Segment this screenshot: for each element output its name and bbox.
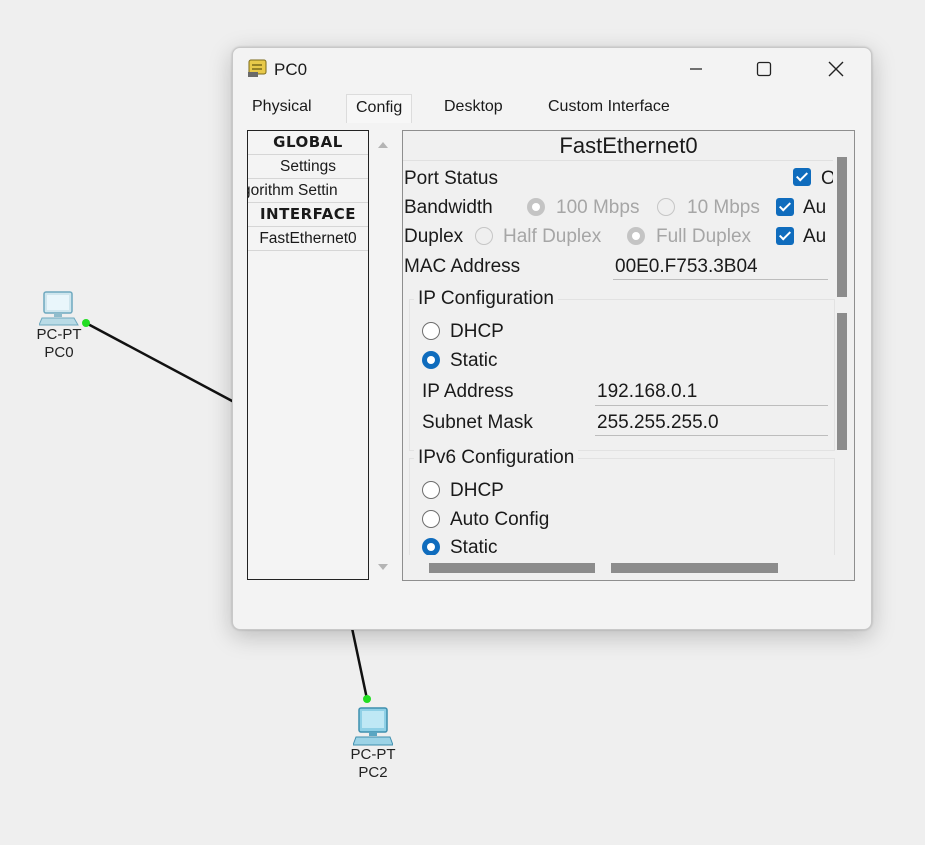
device-type-label: PC-PT [350,746,396,763]
nav-item-settings[interactable]: Settings [248,155,368,179]
ip-dhcp-radio[interactable] [422,322,440,340]
nav-list-scrollbar[interactable] [371,130,395,578]
bandwidth-label: Bandwidth [404,197,493,218]
mac-address-underline [613,279,828,280]
horizontal-scrollbar-left[interactable] [429,563,595,573]
bandwidth-10-radio[interactable] [657,198,675,216]
mac-address-label: MAC Address [404,256,521,277]
port-status-checkbox[interactable] [793,168,811,186]
ip-dhcp-label: DHCP [450,321,504,342]
close-icon [828,61,844,77]
bandwidth-100-radio[interactable] [527,198,545,216]
duplex-label: Duplex [404,226,464,247]
link-status-dot-pc2 [363,695,371,703]
duplex-auto-label: Au [803,226,827,247]
half-duplex-label: Half Duplex [503,226,602,247]
ipv6-config-title: IPv6 Configuration [414,446,579,470]
full-duplex-radio[interactable] [627,227,645,245]
bandwidth-10-label: 10 Mbps [687,197,760,218]
device-name-label: PC2 [358,764,388,781]
vertical-scrollbar[interactable] [837,313,847,450]
horizontal-scrollbar-right[interactable] [611,563,778,573]
nav-item-algorithm-settings[interactable]: gorithm Settin [248,179,368,203]
bandwidth-auto-label: Au [803,197,827,218]
tab-physical[interactable]: Physical [243,94,321,122]
config-nav-list: GLOBAL Settings gorithm Settin INTERFACE… [247,130,369,580]
half-duplex-radio[interactable] [475,227,493,245]
duplex-auto-checkbox[interactable] [776,227,794,245]
ip-address-field[interactable]: 192.168.0.1 [597,380,697,404]
pc-icon [353,707,393,746]
device-type-label: PC-PT [36,326,82,343]
ip-config-title: IP Configuration [414,287,558,311]
tab-desktop[interactable]: Desktop [435,94,512,122]
ip-static-radio[interactable] [422,351,440,369]
pc0-config-window: PC0 Physical Config Desktop Custom Inter… [232,47,872,630]
ip-static-label: Static [450,350,498,371]
subnet-mask-label: Subnet Mask [422,412,533,433]
ipv6-dhcp-radio[interactable] [422,481,440,499]
maximize-icon [756,61,772,77]
link-pc2[interactable] [350,627,369,700]
subnet-mask-underline [595,435,828,436]
ip-address-underline [595,405,828,406]
minimize-icon [690,68,702,70]
port-status-label: Port Status [404,168,498,189]
scroll-up-arrow-icon[interactable] [371,138,395,152]
port-status-on-label: O [821,167,833,191]
bandwidth-auto-checkbox[interactable] [776,198,794,216]
nav-item-fastethernet0[interactable]: FastEthernet0 [248,227,368,251]
close-button[interactable] [813,53,859,85]
full-duplex-label: Full Duplex [656,226,752,247]
tab-config[interactable]: Config [346,94,413,123]
ipv6-static-label: Static [450,537,498,555]
nav-header-interface: INTERFACE [248,203,368,227]
title-bar[interactable]: PC0 [233,48,871,90]
tab-custom-interface[interactable]: Custom Interface [539,94,679,122]
mac-address-field[interactable]: 00E0.F753.3B04 [615,255,758,279]
ipv6-dhcp-label: DHCP [450,480,504,501]
ipv6-auto-config-label: Auto Config [450,509,550,530]
pc-icon [39,291,79,326]
packet-tracer-app-icon [248,59,267,77]
scroll-down-arrow-icon[interactable] [371,560,395,574]
minimize-button[interactable] [673,53,719,85]
nav-header-global: GLOBAL [248,131,368,155]
device-pc0[interactable]: PC-PT PC0 [33,290,85,362]
subnet-mask-field[interactable]: 255.255.255.0 [597,411,719,435]
maximize-button[interactable] [741,53,787,85]
interface-panel: FastEthernet0 Port Status O Bandwidth 10… [402,130,855,581]
title-divider [403,160,833,161]
device-pc2[interactable]: PC-PT PC2 [347,706,399,782]
interface-title: FastEthernet0 [559,133,698,158]
ip-address-label: IP Address [422,381,514,402]
ipv6-static-row-clip: Static [403,531,833,555]
bandwidth-100-label: 100 Mbps [556,197,640,218]
window-title: PC0 [274,60,308,79]
device-name-label: PC0 [44,344,74,361]
ipv6-auto-config-radio[interactable] [422,510,440,528]
ipv6-static-radio[interactable] [422,538,440,555]
link-pc0[interactable] [85,321,235,404]
upper-vertical-scrollbar[interactable] [837,157,847,297]
